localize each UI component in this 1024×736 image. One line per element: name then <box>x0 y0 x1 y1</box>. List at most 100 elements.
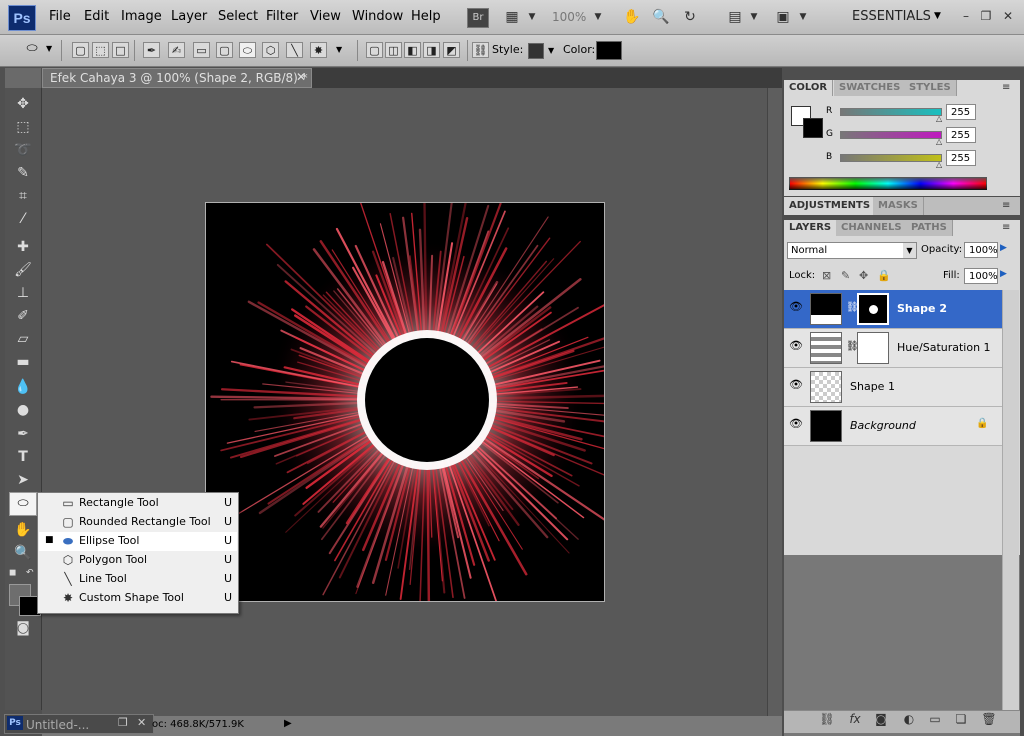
new-group-icon[interactable]: ▭ <box>926 712 944 726</box>
paths-icon[interactable]: ⬚ <box>92 42 109 58</box>
zoom-tool-icon[interactable]: 🔍 <box>651 8 671 26</box>
rounded-rectangle-icon[interactable]: ▢ <box>216 42 233 58</box>
history-brush-tool-icon[interactable]: ✐ <box>12 306 34 326</box>
fill-arrow-icon[interactable]: ▶ <box>1000 269 1007 279</box>
crop-tool-icon[interactable]: ⌗ <box>12 186 34 206</box>
document-canvas[interactable] <box>205 202 605 602</box>
lock-all-icon[interactable]: 🔒 <box>877 269 891 282</box>
blend-mode-select[interactable]: Normal <box>787 242 917 259</box>
slider-thumb-icon[interactable]: △ <box>936 114 942 123</box>
3d-rotate-tool-icon[interactable]: ✋ <box>12 520 34 540</box>
opacity-arrow-icon[interactable]: ▶ <box>1000 243 1007 253</box>
new-shape-layer-icon[interactable]: ▢ <box>366 42 383 58</box>
flyout-item-rectangle-tool[interactable]: ▭ Rectangle Tool U <box>39 494 237 513</box>
tab-paths[interactable]: PATHS <box>906 220 953 236</box>
swap-colors-icon[interactable]: ↶ <box>26 568 34 578</box>
pen-tool-icon[interactable]: ✒ <box>12 424 34 444</box>
visibility-eye-icon[interactable]: 👁 <box>789 300 803 314</box>
view-extras-icon[interactable]: ▦ <box>502 8 522 26</box>
style-swatch[interactable] <box>528 43 544 59</box>
vector-mask-thumbnail[interactable] <box>857 293 889 325</box>
gradient-tool-icon[interactable]: ▬ <box>12 352 34 372</box>
new-adjustment-layer-icon[interactable]: ◐ <box>900 712 918 726</box>
menu-window[interactable]: Window <box>352 9 403 24</box>
slider-b[interactable] <box>840 154 942 162</box>
menu-image[interactable]: Image <box>121 9 162 24</box>
tab-adjustments[interactable]: ADJUSTMENTS <box>784 197 877 215</box>
eraser-tool-icon[interactable]: ▱ <box>12 329 34 349</box>
move-tool-icon[interactable]: ✥ <box>12 94 34 114</box>
zoom-chevron-icon[interactable]: ▼ <box>588 8 608 26</box>
slider-r[interactable] <box>840 108 942 116</box>
close-icon[interactable]: ✕ <box>137 716 146 729</box>
quick-selection-tool-icon[interactable]: ✎ <box>12 163 34 183</box>
lock-position-icon[interactable]: ✥ <box>859 269 868 282</box>
menu-help[interactable]: Help <box>411 9 441 24</box>
layer-style-icon[interactable]: fx <box>846 712 864 726</box>
add-shape-area-icon[interactable]: ◫ <box>385 42 402 58</box>
rectangle-icon[interactable]: ▭ <box>193 42 210 58</box>
style-chevron-icon[interactable]: ▼ <box>548 46 554 55</box>
menu-file[interactable]: File <box>49 9 71 24</box>
close-tab-icon[interactable]: ✕ <box>296 70 306 84</box>
custom-shape-chevron-icon[interactable]: ▼ <box>336 45 342 54</box>
line-icon[interactable]: ╲ <box>286 42 303 58</box>
value-r[interactable]: 255 <box>946 104 976 120</box>
lasso-tool-icon[interactable]: ➰ <box>12 140 34 160</box>
pen-tool-icon[interactable]: ✒ <box>143 42 160 58</box>
screen-mode-icon[interactable]: ▣ <box>773 8 793 26</box>
freeform-pen-icon[interactable]: ✍ <box>168 42 185 58</box>
tab-channels[interactable]: CHANNELS <box>836 220 908 236</box>
eyedropper-tool-icon[interactable]: ⁄ <box>12 209 34 229</box>
marquee-tool-icon[interactable]: ⬚ <box>12 117 34 137</box>
menu-edit[interactable]: Edit <box>84 9 109 24</box>
layer-row-hue-saturation-1[interactable]: 👁 ⛓ Hue/Saturation 1 <box>784 329 1002 368</box>
link-icon[interactable]: ⛓ <box>472 42 489 58</box>
fill-pixels-icon[interactable]: □ <box>112 42 129 58</box>
panel-menu-icon[interactable]: ≡ <box>1002 200 1010 211</box>
visibility-eye-icon[interactable]: 👁 <box>789 378 803 392</box>
bridge-button[interactable]: Br <box>467 8 489 28</box>
slider-thumb-icon[interactable]: △ <box>936 137 942 146</box>
exclude-shape-area-icon[interactable]: ◩ <box>443 42 460 58</box>
custom-shape-icon[interactable]: ✸ <box>310 42 327 58</box>
background-color-swatch[interactable] <box>803 118 823 138</box>
new-layer-icon[interactable]: ❏ <box>952 712 970 726</box>
panel-menu-icon[interactable]: ≡ <box>1002 82 1010 93</box>
flyout-item-line-tool[interactable]: ╲ Line Tool U <box>39 570 237 589</box>
visibility-eye-icon[interactable]: 👁 <box>789 417 803 431</box>
lock-transparent-icon[interactable]: ⊠ <box>822 269 831 282</box>
blur-tool-icon[interactable]: 💧 <box>12 377 34 397</box>
slider-thumb-icon[interactable]: △ <box>936 160 942 169</box>
clone-stamp-tool-icon[interactable]: ⊥ <box>12 283 34 303</box>
lock-image-icon[interactable]: ✎ <box>841 269 850 282</box>
tab-layers[interactable]: LAYERS <box>784 220 838 236</box>
slider-g[interactable] <box>840 131 942 139</box>
menu-layer[interactable]: Layer <box>171 9 207 24</box>
rotate-view-icon[interactable]: ↻ <box>680 8 700 26</box>
add-mask-icon[interactable]: ◙ <box>872 712 890 726</box>
screen-mode-chevron-icon[interactable]: ▼ <box>793 8 813 26</box>
status-menu-arrow-icon[interactable]: ▶ <box>284 718 292 729</box>
healing-brush-tool-icon[interactable]: ✚ <box>12 237 34 257</box>
zoom-tool-icon[interactable]: 🔍 <box>12 543 34 563</box>
default-colors-icon[interactable]: ◼ <box>9 568 16 578</box>
layers-scrollbar[interactable] <box>1002 290 1019 710</box>
fill-input[interactable]: 100% <box>964 268 998 284</box>
zoom-level[interactable]: 100% <box>552 10 586 24</box>
flyout-item-custom-shape-tool[interactable]: ✸ Custom Shape Tool U <box>39 589 237 608</box>
tab-swatches[interactable]: SWATCHES <box>834 80 907 96</box>
polygon-icon[interactable]: ⬡ <box>262 42 279 58</box>
dodge-tool-icon[interactable]: ● <box>12 400 34 420</box>
color-swatch[interactable] <box>596 41 622 60</box>
flyout-item-rounded-rectangle-tool[interactable]: ▢ Rounded Rectangle Tool U <box>39 513 237 532</box>
tool-preset-chevron-icon[interactable]: ▼ <box>46 44 52 53</box>
opacity-input[interactable]: 100% <box>964 242 998 258</box>
flyout-item-polygon-tool[interactable]: ⬡ Polygon Tool U <box>39 551 237 570</box>
brush-tool-icon[interactable]: 🖌 <box>12 260 34 280</box>
menu-filter[interactable]: Filter <box>266 9 298 24</box>
ellipse-icon[interactable]: ⬭ <box>239 42 256 58</box>
arrange-chevron-icon[interactable]: ▼ <box>744 8 764 26</box>
blend-mode-chevron-icon[interactable]: ▼ <box>903 243 916 258</box>
menu-view[interactable]: View <box>310 9 341 24</box>
